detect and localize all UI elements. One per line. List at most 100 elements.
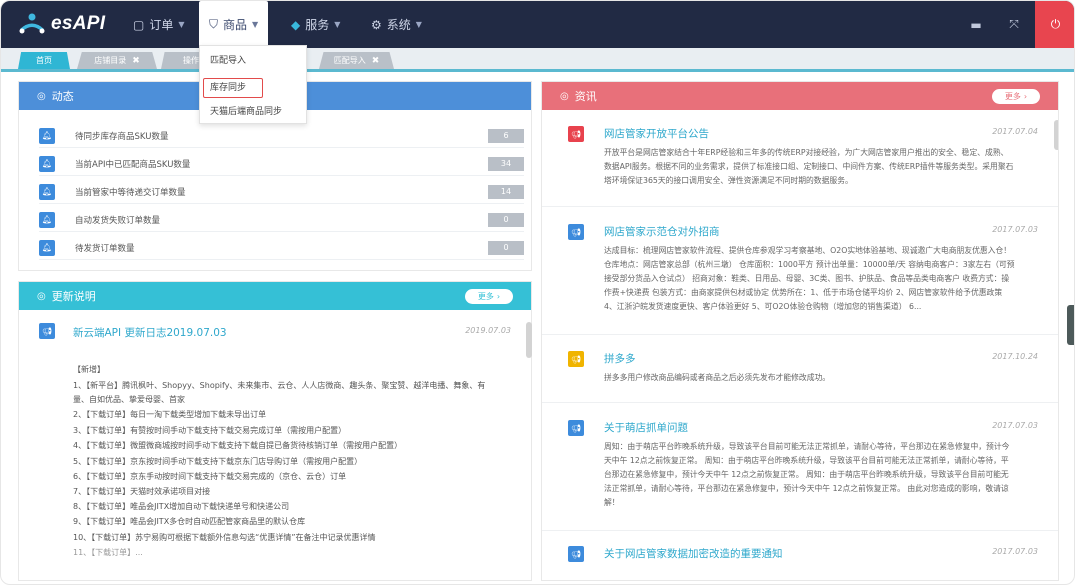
body-line: 法正常抓单，请耐心等待，平台那边在紧急修复中，预计今天中午 12点之前恢复正常。…: [604, 484, 1009, 493]
body-line: 塔环境保证365天的接口调用安全、弹性资源满足不同时期的数据服务。: [604, 176, 853, 185]
minus-icon: ▬: [970, 17, 982, 32]
changelog-line: 8、【下载订单】唯品会JITX增加自动下载快递单号和快递公司: [73, 502, 290, 511]
list-icon: ◎: [37, 290, 46, 302]
news-more-button[interactable]: 更多 ›: [992, 89, 1040, 104]
side-handle[interactable]: [1067, 305, 1074, 345]
close-icon[interactable]: ✖: [132, 56, 140, 66]
chevron-down-icon: ▼: [252, 20, 259, 29]
news-item[interactable]: 📢︎ 拼多多 2017.10.24 拼多多用户修改商品编码或者商品之后必须先发布…: [542, 351, 1058, 401]
body-line: 台那边在紧急修复中，预计今天中午 12点之前恢复正常。 周知：由于萌店平台昨晚系…: [604, 470, 1009, 479]
divider: [542, 530, 1058, 531]
nav-orders-label: 订单: [149, 18, 174, 32]
body-line: 4、江浙沪皖发货速度更快、客户体验更好 5、可O2O体验仓购物（增加您的销售渠道…: [604, 302, 922, 311]
changelog-line: 5、【下载订单】京东按时间手动下载支持下载京东门店导购订单（需按用户配置）: [73, 457, 363, 466]
changelog-panel: ◎ 更新说明 更多 › 📢︎ 新云端API 更新日志2019.07.03 201…: [18, 281, 532, 581]
news-item-body: 周知：由于萌店平台昨晚系统升级，导致该平台目前可能无法正常抓单，请耐心等待，平台…: [604, 440, 1049, 510]
count-badge: 34: [488, 156, 524, 171]
news-item[interactable]: 📢︎ 关于萌店抓单问题 2017.07.03 周知：由于萌店平台昨晚系统升级，导…: [542, 420, 1058, 530]
news-item-body: 拼多多用户修改商品编码或者商品之后必须先发布才能修改成功。: [604, 371, 1049, 385]
news-item-date: 2017.10.24: [992, 352, 1038, 361]
news-item-title[interactable]: 网店管家示范仓对外招商: [604, 224, 720, 239]
list-icon: ◎: [37, 90, 46, 102]
body-line: 开放平台是网店管家结合十年ERP经验和三年多的传统ERP对接经验，为广大网店管家…: [604, 148, 1009, 157]
divider: [542, 402, 1058, 403]
news-title: 资讯: [574, 90, 597, 103]
body-line: 周知：由于萌店平台昨晚系统升级，导致该平台目前可能无法正常抓单，请耐心等待，平台…: [604, 442, 1010, 451]
dynamic-title: 动态: [51, 90, 74, 103]
news-item-title[interactable]: 关于网店管家数据加密改造的重要通知: [604, 546, 783, 561]
news-item[interactable]: 📢︎ 网店管家示范仓对外招商 2017.07.03 达成目标：梳理网店管家软件流…: [542, 224, 1058, 334]
news-item-title[interactable]: 关于萌店抓单问题: [604, 420, 688, 435]
news-panel: ◎ 资讯 更多 › 📢︎ 网店管家开放平台公告 2017.07.04 开放平台是…: [541, 81, 1059, 581]
body-line: 达成目标：梳理网店管家软件流程、提供仓库参观学习考察基地、O2O实地体验基地、现…: [604, 246, 1012, 255]
list-item[interactable]: 🔔︎ 待同步库存商品SKU数量 6: [39, 124, 524, 148]
changelog-title: 更新说明: [51, 290, 96, 303]
list-item[interactable]: 🔔︎ 自动发货失败订单数量 0: [39, 208, 524, 232]
bell-icon: 🔔︎: [39, 239, 55, 256]
menu-item-match-import[interactable]: 匹配导入: [210, 53, 246, 69]
list-item[interactable]: 🔔︎ 当前管家中等待递交订单数量 14: [39, 180, 524, 204]
tab-match-label: 匹配导入: [333, 56, 366, 65]
top-navbar: esAPI ▢ 订单 ▼ ⛉ 商品 ▼ ◆ 服务 ▼ ⚙ 系统 ▼ ▬ ⤧ ⏻: [1, 1, 1074, 48]
more-label: 更多: [1004, 92, 1021, 101]
more-label: 更多: [477, 292, 494, 301]
chevron-right-icon: ›: [496, 292, 501, 301]
divider: [542, 334, 1058, 335]
list-icon: ◎: [560, 90, 569, 102]
scrollbar[interactable]: [526, 322, 532, 358]
body-line: 作费+快递费 包装方式：由商家提供包材或协定 优势所在：1、低于市场仓储平均价 …: [604, 288, 1003, 297]
changelog-line: 10、【下载订单】苏宁易购可根据下载额外信息勾选“优惠详情”在备注中记录优惠详情: [73, 533, 376, 542]
megaphone-icon: 📢︎: [568, 420, 584, 436]
close-icon[interactable]: ✖: [372, 56, 380, 66]
changelog-line: 9、【下载订单】唯品会JITX多仓时自动匹配管家商品里的默认仓库: [73, 517, 306, 526]
menu-item-stock-sync[interactable]: 库存同步: [210, 80, 246, 96]
changelog-line: 11、【下载订单】...: [73, 548, 143, 557]
list-item[interactable]: 🔔︎ 当前API中已匹配商品SKU数量 34: [39, 152, 524, 176]
item-label: 自动发货失败订单数量: [75, 215, 161, 226]
nav-services[interactable]: ◆ 服务 ▼: [281, 1, 350, 48]
list-item[interactable]: 🔔︎ 待发货订单数量 0: [39, 236, 524, 260]
changelog-line: 1、【新平台】腾讯枫叶、Shopyy、Shopify、未来集市、云仓、人人店微商…: [73, 381, 486, 390]
changelog-entry-date: 2019.07.03: [465, 326, 511, 335]
news-item-title[interactable]: 拼多多: [604, 351, 636, 366]
news-item[interactable]: 📢︎ 关于网店管家数据加密改造的重要通知 2017.07.03: [542, 546, 1058, 576]
tab-op-label: 操作: [183, 56, 199, 65]
power-icon: ⏻: [1050, 17, 1061, 31]
tab-shop[interactable]: 店铺目录 ✖: [77, 52, 157, 69]
megaphone-icon: 📢︎: [568, 351, 584, 367]
bell-icon: 🔔︎: [39, 211, 55, 228]
logout-button[interactable]: ⏻: [1035, 1, 1074, 48]
nav-goods[interactable]: ⛉ 商品 ▼: [199, 1, 269, 48]
count-badge: 0: [488, 240, 524, 255]
body-line: 天中午 12点之前恢复正常。 周知：由于萌店平台昨晚系统升级，导致该平台目前可能…: [604, 456, 1009, 465]
nav-orders[interactable]: ▢ 订单 ▼: [123, 1, 195, 48]
tab-shop-label: 店铺目录: [94, 56, 127, 65]
changelog-line: 量、自如优品、挚爱母婴、首家: [73, 395, 185, 404]
minimize-button[interactable]: ▬: [959, 1, 993, 48]
news-item-date: 2017.07.03: [992, 547, 1038, 556]
app-logo[interactable]: esAPI: [17, 9, 105, 39]
tab-match[interactable]: 匹配导入 ✖: [319, 52, 394, 69]
fullscreen-button[interactable]: ⤧: [997, 1, 1031, 48]
changelog-more-button[interactable]: 更多 ›: [465, 289, 513, 304]
news-item[interactable]: 📢︎ 网店管家开放平台公告 2017.07.04 开放平台是网店管家结合十年ER…: [542, 126, 1058, 236]
megaphone-icon: 📢︎: [39, 323, 55, 339]
news-item-title[interactable]: 网店管家开放平台公告: [604, 126, 709, 141]
changelog-entry-title[interactable]: 新云端API 更新日志2019.07.03: [73, 325, 227, 340]
tab-home-label: 首页: [36, 56, 52, 65]
nav-system[interactable]: ⚙ 系统 ▼: [361, 1, 432, 48]
chevron-right-icon: ›: [1023, 92, 1028, 101]
menu-item-tmall-sync[interactable]: 天猫后端商品同步: [210, 104, 282, 120]
chevron-down-icon: ▼: [334, 20, 341, 29]
body-line: 接受部分货品入仓试点） 招商对象：鞋类、日用品、母婴、3C类、图书、护肤品、食品…: [604, 274, 1010, 283]
tab-home[interactable]: 首页: [18, 52, 70, 69]
body-line: 解！: [604, 498, 620, 507]
orders-icon: ▢: [133, 17, 145, 32]
gear-icon: ⚙: [371, 17, 382, 32]
body-line: 仓库地点：网店管家总部（杭州三墩） 仓库面积：1000平方 预计出单量：1000…: [604, 260, 1015, 269]
item-label: 待发货订单数量: [75, 243, 135, 254]
changelog-line: 6、【下载订单】京东手动按时间下载支持下载交易完成的（京仓、云仓）订单: [73, 472, 347, 481]
changelog-line: 7、【下载订单】天猫时效承诺项目对接: [73, 487, 211, 496]
bell-icon: 🔔︎: [39, 183, 55, 200]
nav-goods-label: 商品: [223, 18, 248, 32]
